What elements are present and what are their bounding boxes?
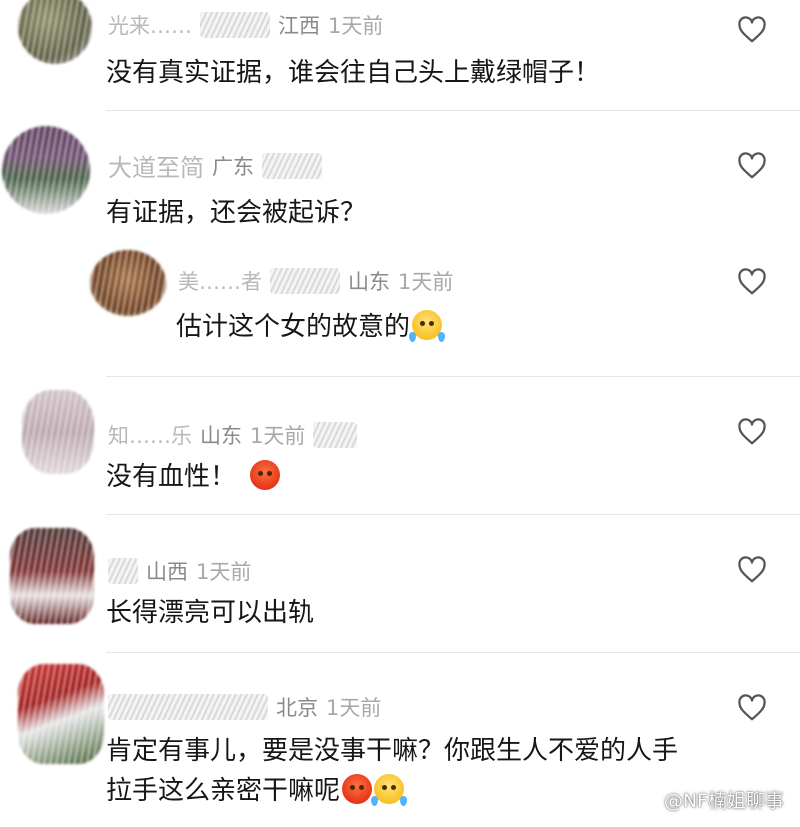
- tear-drop: [400, 796, 408, 806]
- like-heart-icon[interactable]: [737, 152, 767, 180]
- angry-icon: [342, 774, 373, 804]
- username[interactable]: 大道至简: [108, 148, 204, 183]
- location: 山东: [200, 424, 242, 448]
- like-heart-icon[interactable]: [737, 268, 767, 296]
- like-heart-icon[interactable]: [737, 418, 767, 446]
- avatar[interactable]: [22, 390, 94, 474]
- comment-text-body: 拉手这么亲密干嘛呢: [106, 776, 341, 806]
- comment-text: 有证据，还会被起诉？: [106, 198, 367, 228]
- avatar[interactable]: [18, 0, 92, 64]
- location: 北京: [276, 696, 318, 720]
- comment-text: 没有真实证据，谁会往自己头上戴绿帽子！: [106, 58, 601, 88]
- like-heart-icon[interactable]: [737, 694, 767, 722]
- redaction-mark: [262, 152, 322, 179]
- redaction-mark: [108, 694, 268, 720]
- like-heart-icon[interactable]: [737, 556, 767, 584]
- location: 广东: [212, 154, 254, 179]
- location: 山东: [348, 270, 390, 294]
- like-heart-icon[interactable]: [737, 16, 767, 44]
- avatar[interactable]: [18, 664, 104, 764]
- comment-text-line-1: 肯定有事儿，要是没事干嘛？你跟生人不爱的人手: [106, 736, 679, 766]
- reply-item: 美……者 山东 1天前 估计这个女的故意的: [0, 240, 800, 376]
- avatar[interactable]: [90, 250, 166, 316]
- comment-text: 估计这个女的故意的: [176, 308, 446, 346]
- comment-text-body: 估计这个女的故意的: [176, 312, 411, 342]
- timestamp: 1天前: [250, 424, 306, 448]
- tear-drop: [409, 332, 417, 342]
- comment-text: 没有血性！: [106, 458, 281, 496]
- comment-text-line-2: 拉手这么亲密干嘛呢: [106, 772, 408, 810]
- redaction-mark: [313, 422, 358, 448]
- avatar[interactable]: [2, 126, 90, 214]
- avatar[interactable]: [10, 528, 94, 624]
- tear-drop: [438, 332, 446, 342]
- timestamp: 1天前: [196, 560, 252, 584]
- redaction-mark: [200, 12, 270, 38]
- comment-item: 光来…… 江西 1天前 没有真实证据，谁会往自己头上戴绿帽子！: [0, 0, 800, 110]
- comment-item: 山西 1天前 长得漂亮可以出轨: [0, 514, 800, 652]
- comment-item: 大道至简 广东 有证据，还会被起诉？: [0, 110, 800, 240]
- location: 山西: [146, 560, 188, 584]
- location: 江西: [278, 14, 320, 38]
- timestamp: 1天前: [328, 14, 384, 38]
- comment-text-body: 没有血性！: [106, 462, 237, 492]
- angry-icon: [250, 460, 281, 490]
- watermark: @NF楠姐聊事: [663, 790, 784, 812]
- comment-text: 长得漂亮可以出轨: [106, 598, 315, 628]
- comment-item: 知……乐 山东 1天前 没有血性！: [0, 376, 800, 514]
- tear-drop: [371, 796, 379, 806]
- redaction-mark: [270, 268, 340, 294]
- redaction-mark: [108, 558, 138, 584]
- timestamp: 1天前: [398, 270, 454, 294]
- username[interactable]: 知……乐: [108, 420, 192, 450]
- cry-laugh-icon: [371, 774, 408, 806]
- cry-laugh-icon: [409, 310, 446, 342]
- timestamp: 1天前: [326, 696, 382, 720]
- username[interactable]: 光来……: [108, 10, 192, 40]
- username[interactable]: 美……者: [178, 266, 262, 296]
